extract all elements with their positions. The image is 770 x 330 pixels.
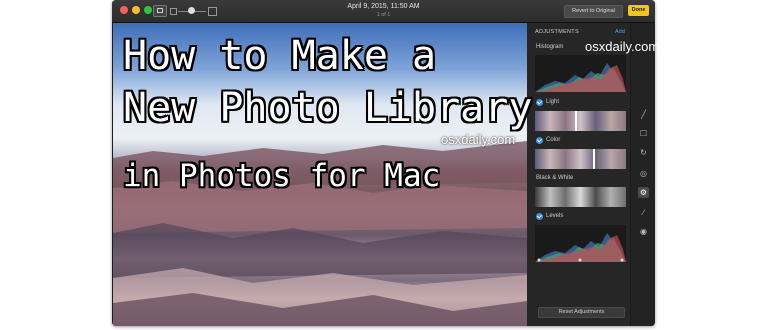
headline-line-2: New Photo Library	[123, 85, 533, 131]
light-label[interactable]: Light	[546, 99, 559, 105]
histogram-graph	[535, 55, 626, 92]
color-label[interactable]: Color	[546, 137, 560, 143]
adjustments-title: ADJUSTMENTS	[535, 29, 579, 35]
revert-to-original-button[interactable]: Revert to Original	[564, 5, 623, 18]
reset-adjustments-button[interactable]: Reset Adjustments	[538, 307, 625, 318]
title-bar: April 9, 2015, 11:50 AM 1 of 1 Revert to…	[112, 0, 655, 23]
eye-icon[interactable]: ◉	[638, 226, 649, 237]
filters-icon[interactable]: ◎	[638, 168, 649, 179]
histogram-label[interactable]: Histogram	[536, 44, 563, 50]
watermark-photo: osxdaily.com	[441, 132, 516, 147]
light-enabled-checkbox[interactable]	[536, 99, 543, 106]
levels-curves	[535, 233, 626, 262]
light-slider[interactable]	[535, 111, 626, 131]
done-button[interactable]: Done	[628, 5, 649, 16]
levels-graph[interactable]	[535, 225, 626, 262]
crop-icon[interactable]: ☐	[638, 128, 649, 139]
add-adjustment-button[interactable]: Add	[615, 29, 625, 35]
adjust-icon[interactable]: ⚙	[638, 187, 649, 198]
magic-wand-icon[interactable]: ╱	[638, 109, 649, 120]
bandage-icon[interactable]: ∕	[638, 207, 649, 218]
black-white-slider[interactable]	[535, 187, 626, 207]
histogram-curves	[535, 63, 626, 92]
adjustments-panel: ADJUSTMENTS Add Histogram Light Color Bl…	[527, 23, 630, 326]
headline-line-3: in Photos for Mac	[123, 158, 441, 194]
rotate-icon[interactable]: ↻	[638, 147, 649, 158]
black-white-label[interactable]: Black & White	[536, 175, 573, 181]
levels-label[interactable]: Levels	[546, 213, 563, 219]
color-slider-handle[interactable]	[593, 149, 595, 169]
edit-tools-bar: ╱ ☐ ↻ ◎ ⚙ ∕ ◉	[630, 23, 655, 326]
levels-enabled-checkbox[interactable]	[536, 213, 543, 220]
color-slider[interactable]	[535, 149, 626, 169]
color-enabled-checkbox[interactable]	[536, 137, 543, 144]
watermark-top: osxdaily.com	[585, 39, 660, 54]
light-slider-handle[interactable]	[575, 111, 577, 131]
headline-line-1: How to Make a	[123, 33, 437, 79]
